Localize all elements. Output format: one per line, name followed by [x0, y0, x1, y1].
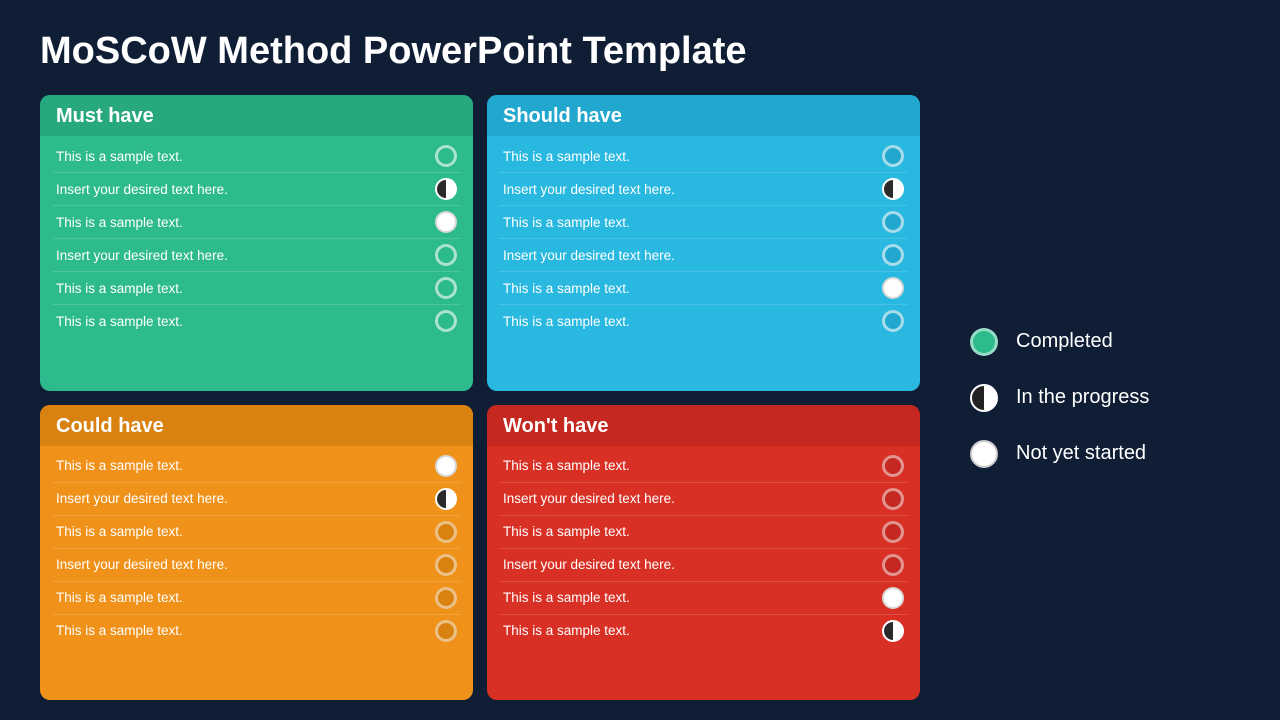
row-label: This is a sample text.	[503, 458, 630, 473]
row-label: This is a sample text.	[56, 623, 183, 638]
legend-inprogress-icon	[970, 384, 998, 412]
row-label: This is a sample text.	[503, 215, 630, 230]
row-label: This is a sample text.	[56, 281, 183, 296]
row-label: This is a sample text.	[503, 314, 630, 329]
must-have-header: Must have	[40, 95, 473, 136]
row-label: Insert your desired text here.	[56, 182, 228, 197]
toggle-completed-icon	[882, 244, 904, 266]
toggle-not-started-icon	[882, 587, 904, 609]
table-row: This is a sample text.	[499, 206, 908, 239]
table-row: This is a sample text.	[499, 582, 908, 615]
legend-completed-label: Completed	[1016, 330, 1113, 353]
toggle-in-progress-icon	[435, 488, 457, 510]
legend-completed-icon	[970, 328, 998, 356]
could-have-header: Could have	[40, 405, 473, 446]
table-row: This is a sample text.	[52, 450, 461, 483]
table-row: This is a sample text.	[52, 140, 461, 173]
row-label: Insert your desired text here.	[503, 248, 675, 263]
legend-item-completed: Completed	[970, 328, 1240, 356]
legend-inprogress-label: In the progress	[1016, 386, 1149, 409]
card-should-have: Should have This is a sample text. Inser…	[487, 95, 920, 391]
table-row: Insert your desired text here.	[52, 483, 461, 516]
legend: Completed In the progress Not yet starte…	[920, 95, 1240, 700]
toggle-not-started-icon	[435, 211, 457, 233]
row-label: This is a sample text.	[503, 524, 630, 539]
table-row: Insert your desired text here.	[499, 549, 908, 582]
row-label: This is a sample text.	[56, 215, 183, 230]
row-label: This is a sample text.	[503, 590, 630, 605]
toggle-completed-icon	[882, 310, 904, 332]
must-have-body: This is a sample text. Insert your desir…	[40, 136, 473, 391]
table-row: This is a sample text.	[499, 516, 908, 549]
legend-notstarted-label: Not yet started	[1016, 442, 1146, 465]
wont-have-body: This is a sample text. Insert your desir…	[487, 446, 920, 701]
should-have-header: Should have	[487, 95, 920, 136]
row-label: This is a sample text.	[503, 623, 630, 638]
table-row: Insert your desired text here.	[499, 239, 908, 272]
row-label: Insert your desired text here.	[56, 557, 228, 572]
toggle-in-progress-icon	[882, 178, 904, 200]
toggle-not-started-icon	[435, 455, 457, 477]
toggle-in-progress-icon	[882, 620, 904, 642]
row-label: Insert your desired text here.	[56, 248, 228, 263]
toggle-completed-icon	[435, 620, 457, 642]
legend-notstarted-icon	[970, 440, 998, 468]
page-title: MoSCoW Method PowerPoint Template	[40, 30, 1240, 73]
should-have-body: This is a sample text. Insert your desir…	[487, 136, 920, 391]
legend-item-in-progress: In the progress	[970, 384, 1240, 412]
legend-item-not-started: Not yet started	[970, 440, 1240, 468]
toggle-completed-icon	[882, 488, 904, 510]
could-have-body: This is a sample text. Insert your desir…	[40, 446, 473, 701]
moscow-grid: Must have This is a sample text. Insert …	[40, 95, 920, 700]
table-row: This is a sample text.	[52, 206, 461, 239]
table-row: Insert your desired text here.	[52, 173, 461, 206]
table-row: This is a sample text.	[499, 140, 908, 173]
row-label: This is a sample text.	[503, 149, 630, 164]
row-label: This is a sample text.	[503, 281, 630, 296]
card-could-have: Could have This is a sample text. Insert…	[40, 405, 473, 701]
toggle-completed-icon	[882, 554, 904, 576]
card-wont-have: Won't have This is a sample text. Insert…	[487, 405, 920, 701]
row-label: Insert your desired text here.	[503, 491, 675, 506]
table-row: This is a sample text.	[499, 272, 908, 305]
page: MoSCoW Method PowerPoint Template Must h…	[0, 0, 1280, 720]
main-area: Must have This is a sample text. Insert …	[40, 95, 1240, 700]
toggle-completed-icon	[435, 244, 457, 266]
table-row: Insert your desired text here.	[499, 483, 908, 516]
toggle-not-started-icon	[882, 277, 904, 299]
row-label: Insert your desired text here.	[503, 557, 675, 572]
table-row: This is a sample text.	[499, 450, 908, 483]
toggle-completed-icon	[435, 554, 457, 576]
row-label: This is a sample text.	[56, 314, 183, 329]
toggle-in-progress-icon	[435, 178, 457, 200]
toggle-completed-icon	[882, 521, 904, 543]
toggle-completed-icon	[435, 521, 457, 543]
toggle-completed-icon	[435, 277, 457, 299]
wont-have-header: Won't have	[487, 405, 920, 446]
table-row: This is a sample text.	[52, 305, 461, 337]
table-row: Insert your desired text here.	[499, 173, 908, 206]
row-label: Insert your desired text here.	[503, 182, 675, 197]
toggle-completed-icon	[435, 145, 457, 167]
toggle-completed-icon	[882, 145, 904, 167]
table-row: This is a sample text.	[52, 516, 461, 549]
table-row: This is a sample text.	[52, 615, 461, 647]
table-row: Insert your desired text here.	[52, 239, 461, 272]
toggle-completed-icon	[882, 455, 904, 477]
row-label: This is a sample text.	[56, 458, 183, 473]
table-row: This is a sample text.	[52, 272, 461, 305]
table-row: This is a sample text.	[499, 615, 908, 647]
row-label: This is a sample text.	[56, 590, 183, 605]
card-must-have: Must have This is a sample text. Insert …	[40, 95, 473, 391]
table-row: This is a sample text.	[499, 305, 908, 337]
table-row: This is a sample text.	[52, 582, 461, 615]
row-label: Insert your desired text here.	[56, 491, 228, 506]
row-label: This is a sample text.	[56, 524, 183, 539]
toggle-completed-icon	[882, 211, 904, 233]
toggle-completed-icon	[435, 587, 457, 609]
row-label: This is a sample text.	[56, 149, 183, 164]
table-row: Insert your desired text here.	[52, 549, 461, 582]
toggle-completed-icon	[435, 310, 457, 332]
